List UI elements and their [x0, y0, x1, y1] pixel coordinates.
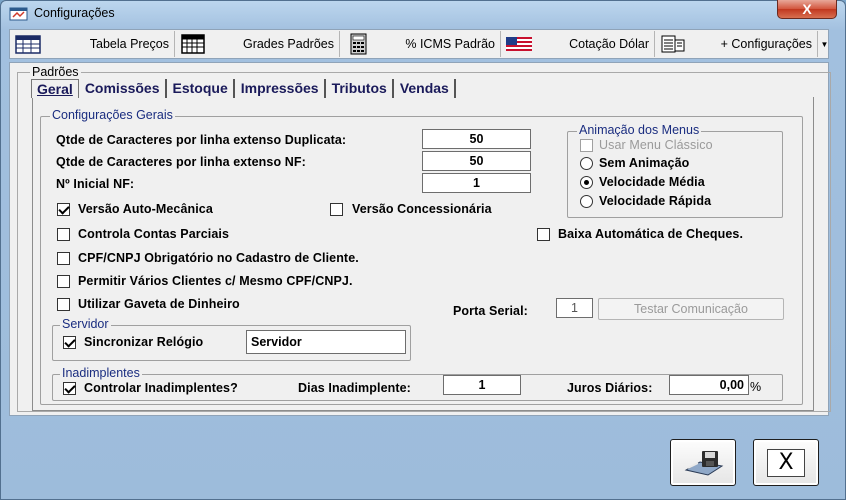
versao-auto-checkbox[interactable]	[57, 203, 70, 216]
grades-padroes-button[interactable]: Grades Padrões	[176, 31, 340, 57]
nf-label: Qtde de Caracteres por linha extenso NF:	[56, 155, 306, 169]
gaveta-checkbox[interactable]	[57, 298, 70, 311]
window-close-button[interactable]: X	[777, 0, 837, 19]
baixa-cheques-checkbox[interactable]	[537, 228, 550, 241]
title-bar[interactable]: Configurações X	[0, 0, 846, 28]
menu-classico-checkbox[interactable]	[580, 139, 593, 152]
inicial-nf-input[interactable]: 1	[422, 173, 531, 193]
varios-clientes-checkbox[interactable]	[57, 275, 70, 288]
save-button[interactable]	[670, 439, 736, 486]
servidor-legend: Servidor	[60, 317, 111, 331]
inadimplentes-legend: Inadimplentes	[60, 366, 142, 380]
nf-input[interactable]: 50	[422, 151, 531, 171]
sem-animacao-label: Sem Animação	[599, 156, 690, 170]
sincronizar-checkbox[interactable]	[63, 336, 76, 349]
menu-classico-label: Usar Menu Clássico	[599, 138, 713, 152]
porta-serial-input[interactable]: 1	[556, 298, 593, 318]
baixa-cheques-label: Baixa Automática de Cheques.	[558, 227, 744, 241]
icms-padrao-button[interactable]: % ICMS Padrão	[341, 31, 501, 57]
floppy-save-icon	[684, 451, 724, 476]
sincronizar-label: Sincronizar Relógio	[84, 335, 204, 349]
versao-auto-label: Versão Auto-Mecânica	[78, 202, 213, 216]
gaveta-label: Utilizar Gaveta de Dinheiro	[78, 297, 240, 311]
dias-inadimplente-label: Dias Inadimplente:	[298, 381, 411, 395]
testar-comunicacao-button[interactable]: Testar Comunicação	[598, 298, 784, 320]
cotacao-dolar-button[interactable]: Cotação Dólar	[502, 31, 655, 57]
app-icon	[9, 7, 28, 21]
servidor-input[interactable]: Servidor	[246, 330, 406, 354]
tab-comissoes[interactable]: Comissões	[80, 79, 167, 98]
velocidade-rapida-label: Velocidade Rápida	[599, 194, 712, 208]
config-gerais-legend: Configurações Gerais	[50, 108, 175, 122]
padroes-label: Padrões	[30, 65, 81, 79]
velocidade-media-radio[interactable]	[580, 176, 593, 189]
dias-inadimplente-input[interactable]: 1	[443, 375, 521, 395]
velocidade-rapida-radio[interactable]	[580, 195, 593, 208]
tabela-precos-button[interactable]: Tabela Preços	[11, 31, 175, 57]
us-flag-icon	[506, 37, 532, 51]
duplicata-label: Qtde de Caracteres por linha extenso Dup…	[56, 133, 347, 147]
contas-parciais-label: Controla Contas Parciais	[78, 227, 230, 241]
porta-serial-label: Porta Serial:	[453, 304, 528, 318]
tab-vendas[interactable]: Vendas	[395, 79, 456, 98]
tab-impressoes[interactable]: Impressões	[236, 79, 326, 98]
tabela-precos-label: Tabela Preços	[89, 37, 169, 51]
grades-padroes-label: Grades Padrões	[242, 37, 334, 51]
chevron-down-icon: ▼	[820, 39, 829, 49]
controlar-inadimplentes-label: Controlar Inadimplentes?	[84, 381, 238, 395]
tab-geral[interactable]: Geral	[31, 79, 79, 98]
sem-animacao-radio[interactable]	[580, 157, 593, 170]
versao-conc-label: Versão Concessionária	[352, 202, 492, 216]
juros-diarios-input[interactable]: 0,00	[669, 375, 749, 395]
duplicata-input[interactable]: 50	[422, 129, 531, 149]
tab-tributos[interactable]: Tributos	[327, 79, 394, 98]
animacao-legend: Animação dos Menus	[577, 123, 702, 137]
mais-configuracoes-label: + Configurações	[720, 37, 812, 51]
icms-padrao-label: % ICMS Padrão	[405, 37, 495, 51]
contas-parciais-checkbox[interactable]	[57, 228, 70, 241]
mais-configuracoes-button[interactable]: + Configurações	[656, 31, 818, 57]
controlar-inadimplentes-checkbox[interactable]	[63, 382, 76, 395]
tab-strip: Geral Comissões Estoque Impressões Tribu…	[31, 79, 457, 98]
table-icon	[15, 35, 41, 54]
inicial-nf-label: Nº Inicial NF:	[56, 177, 135, 191]
cpf-obrigatorio-label: CPF/CNPJ Obrigatório no Cadastro de Clie…	[78, 251, 359, 265]
juros-percent: %	[750, 380, 762, 394]
cpf-obrigatorio-checkbox[interactable]	[57, 252, 70, 265]
tab-estoque[interactable]: Estoque	[168, 79, 235, 98]
velocidade-media-label: Velocidade Média	[599, 175, 705, 189]
calculator-icon	[350, 33, 367, 55]
close-button[interactable]: X	[753, 439, 819, 486]
toolbar: Tabela Preços Grades Padrões % ICMS Padr…	[9, 29, 829, 59]
versao-conc-checkbox[interactable]	[330, 203, 343, 216]
toolbar-dropdown-button[interactable]: ▼	[820, 31, 829, 57]
window-title: Configurações	[34, 6, 115, 20]
cotacao-dolar-label: Cotação Dólar	[569, 37, 649, 51]
grid-icon	[181, 34, 205, 54]
settings-list-icon	[661, 35, 685, 53]
close-x-icon: X	[767, 449, 805, 477]
juros-diarios-label: Juros Diários:	[567, 381, 653, 395]
varios-clientes-label: Permitir Vários Clientes c/ Mesmo CPF/CN…	[78, 274, 353, 288]
